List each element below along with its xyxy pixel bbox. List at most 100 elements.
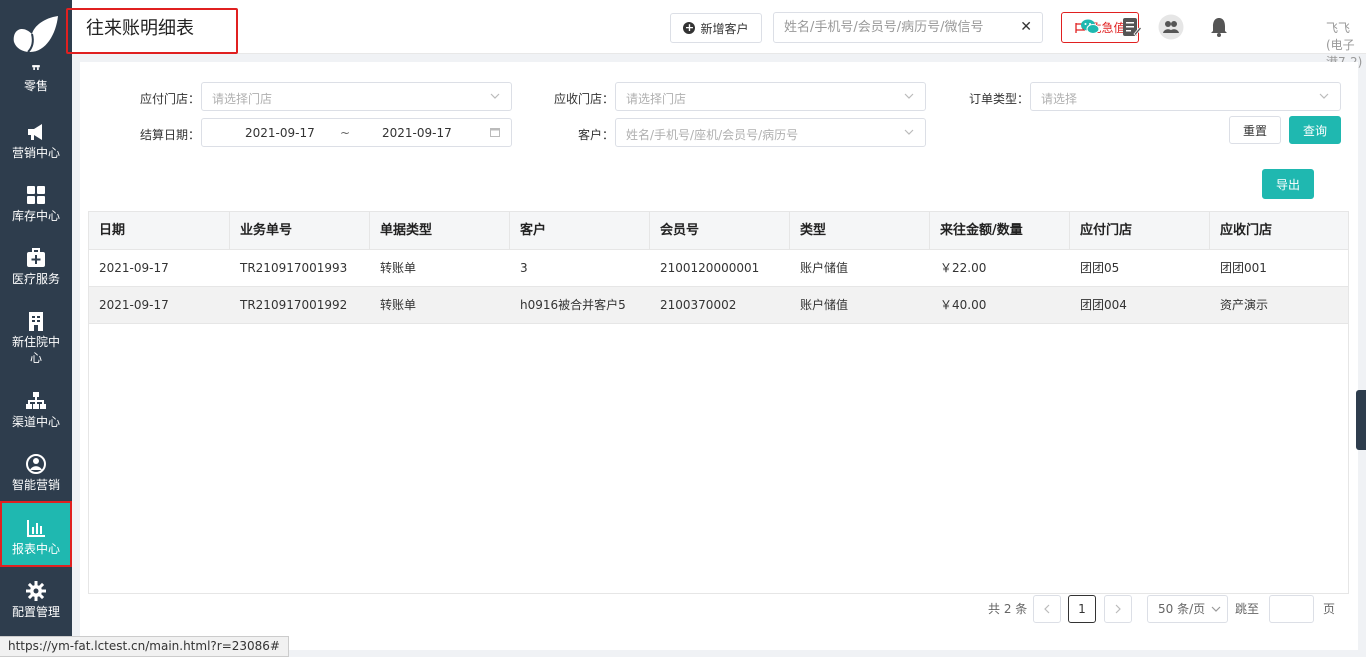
prev-page-button[interactable] <box>1033 595 1061 623</box>
bar-chart-icon <box>27 520 45 537</box>
sidebar-item-label: 配置管理 <box>11 605 60 619</box>
wechat-icon[interactable] <box>1076 13 1104 41</box>
sidebar-item-label: 库存中心 <box>11 209 60 223</box>
cell-amount: ￥40.00 <box>940 298 987 312</box>
plus-circle-icon: + <box>683 21 696 34</box>
grid-icon <box>27 186 45 204</box>
sidebar-item-smart-marketing[interactable]: 智能营销 <box>0 453 72 499</box>
close-icon[interactable]: ✕ <box>1020 19 1032 35</box>
sitemap-icon <box>26 392 46 409</box>
order-type-select[interactable]: 请选择 <box>1030 82 1341 111</box>
page-unit-label: 页 <box>1323 602 1336 616</box>
sidebar-item-channel[interactable]: 渠道中心 <box>0 390 72 436</box>
status-bar-url: https://ym-fat.lctest.cn/main.html?r=230… <box>0 636 289 657</box>
chevron-left-icon <box>1044 604 1050 614</box>
sidebar-item-label: 医疗服务 <box>11 272 60 286</box>
global-search-input[interactable] <box>774 13 1004 42</box>
settle-date-label: 结算日期： <box>139 128 200 142</box>
sidebar-item-settings[interactable]: 配置管理 <box>0 580 72 626</box>
reset-button[interactable]: 重置 <box>1229 116 1281 144</box>
payer-store-label: 应付门店： <box>139 92 200 106</box>
sidebar-item-reports[interactable]: 报表中心 <box>0 501 72 567</box>
sidebar-item-medical[interactable]: 医疗服务 <box>0 247 72 293</box>
sidebar-item-label: 报表中心 <box>11 542 60 556</box>
cell-type: 账户储值 <box>800 298 849 312</box>
new-customer-button[interactable]: + 新增客户 <box>670 13 762 43</box>
column-header-order-no: 业务单号 <box>230 212 370 250</box>
column-header-type: 类型 <box>790 212 930 250</box>
chevron-down-icon <box>490 93 500 99</box>
table-row[interactable]: 2021-09-17 TR210917001993 转账单 3 21001200… <box>89 250 1348 287</box>
title-highlight-box <box>66 8 238 54</box>
date-end: 2021-09-17 <box>382 126 452 140</box>
customer-select[interactable]: 姓名/手机号/座机/会员号/病历号 <box>615 118 926 147</box>
query-button[interactable]: 查询 <box>1289 116 1341 144</box>
cell-customer: h0916被合并客户5 <box>520 298 626 312</box>
sidebar-item-label: 智能营销 <box>11 478 60 492</box>
sidebar-item-inpatient[interactable]: 新住院中心 <box>0 310 72 372</box>
export-button[interactable]: 导出 <box>1262 169 1314 199</box>
report-card: 应付门店： 请选择门店 应收门店： 请选择门店 订单类型： 请选择 结算日期： … <box>80 62 1358 650</box>
column-header-payer-store: 应付门店 <box>1070 212 1210 250</box>
new-customer-label: 新增客户 <box>700 21 749 36</box>
user-group-icon[interactable] <box>1157 13 1185 41</box>
cell-amount: ￥22.00 <box>940 261 987 275</box>
global-search: ✕ <box>773 12 1043 43</box>
column-header-member-no: 会员号 <box>650 212 790 250</box>
app-logo <box>13 16 59 53</box>
cell-receiver-store: 资产演示 <box>1220 298 1269 312</box>
chevron-down-icon <box>1211 606 1221 612</box>
cell-type: 账户储值 <box>800 261 849 275</box>
column-header-date: 日期 <box>89 212 230 250</box>
table-header: 日期 业务单号 单据类型 客户 会员号 类型 来往金额/数量 应付门店 应收门店 <box>89 212 1348 250</box>
hospital-icon <box>29 312 43 331</box>
receiver-store-select[interactable]: 请选择门店 <box>615 82 926 111</box>
next-page-button[interactable] <box>1104 595 1132 623</box>
sidebar-item-marketing[interactable]: 营销中心 <box>0 121 72 167</box>
gear-icon <box>26 581 46 601</box>
cell-receiver-store: 团团001 <box>1220 261 1267 275</box>
sidebar: 零售 营销中心 库存中心 医疗服务 新住院中心 渠道中心 智能营销 报表中心 配… <box>0 0 72 657</box>
jump-page-input[interactable] <box>1269 595 1314 623</box>
receiver-store-label: 应收门店： <box>553 92 614 106</box>
pagination-total: 共 2 条 <box>988 602 1028 616</box>
date-start: 2021-09-17 <box>245 126 315 140</box>
column-header-receiver-store: 应收门店 <box>1220 223 1273 238</box>
cell-doc-type: 转账单 <box>380 261 417 275</box>
sidebar-item-label: 零售 <box>23 79 48 93</box>
retail-icon <box>32 65 40 70</box>
cell-date: 2021-09-17 <box>99 298 169 312</box>
document-edit-icon[interactable] <box>1117 13 1145 41</box>
megaphone-icon <box>28 124 42 140</box>
page-number-button[interactable]: 1 <box>1068 595 1096 623</box>
calendar-icon <box>490 128 500 137</box>
chevron-down-icon <box>1319 93 1329 99</box>
side-scroll-handle[interactable] <box>1356 390 1366 450</box>
order-type-placeholder: 请选择 <box>1041 92 1078 106</box>
chevron-down-icon <box>904 93 914 99</box>
date-separator: ~ <box>340 126 351 140</box>
table-row[interactable]: 2021-09-17 TR210917001992 转账单 h0916被合并客户… <box>89 287 1348 324</box>
chevron-down-icon <box>904 129 914 135</box>
sidebar-item-label: 渠道中心 <box>11 415 60 429</box>
payer-store-select[interactable]: 请选择门店 <box>201 82 512 111</box>
top-bar: 往来账明细表 + 新增客户 ✕ 危急值 飞飞 (电子港7-2) ﹀ <box>72 0 1366 85</box>
bell-icon[interactable] <box>1205 13 1233 41</box>
page-size-value: 50 条/页 <box>1158 602 1206 616</box>
cell-customer: 3 <box>520 261 528 275</box>
sidebar-item-inventory[interactable]: 库存中心 <box>0 184 72 230</box>
chevron-right-icon <box>1115 604 1121 614</box>
cell-member-no: 2100120000001 <box>660 261 760 275</box>
cell-payer-store: 团团05 <box>1080 261 1120 275</box>
payer-store-placeholder: 请选择门店 <box>212 92 273 106</box>
cell-order-no: TR210917001993 <box>240 261 348 275</box>
settle-date-range-picker[interactable]: 2021-09-17 ~ 2021-09-17 <box>201 118 512 147</box>
cell-member-no: 2100370002 <box>660 298 737 312</box>
sidebar-item-retail[interactable]: 零售 <box>0 64 72 104</box>
cell-order-no: TR210917001992 <box>240 298 348 312</box>
page-size-select[interactable]: 50 条/页 <box>1147 595 1228 623</box>
column-header-amount: 来往金额/数量 <box>930 212 1070 250</box>
column-header-doc-type: 单据类型 <box>370 212 510 250</box>
sidebar-item-label: 营销中心 <box>11 146 60 160</box>
column-header-customer: 客户 <box>510 212 650 250</box>
